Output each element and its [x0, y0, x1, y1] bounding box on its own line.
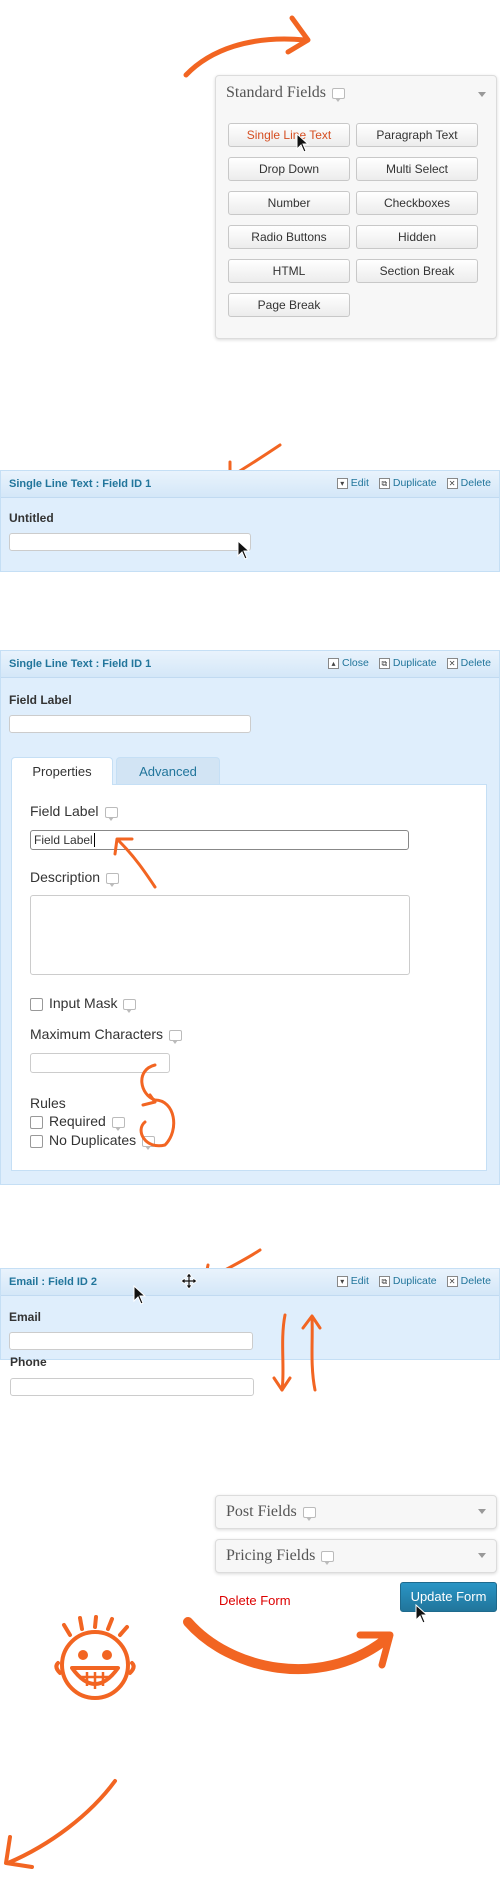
post-fields-panel[interactable]: Post Fields: [215, 1495, 497, 1529]
help-icon[interactable]: [104, 806, 118, 821]
field-title: Email : Field ID 2: [9, 1276, 98, 1288]
input-mask-checkbox[interactable]: [30, 998, 43, 1011]
tab-properties[interactable]: Properties: [11, 757, 113, 785]
mouse-pointer-icon: [133, 1285, 147, 1305]
phone-label: Phone: [10, 1355, 47, 1369]
delete-action[interactable]: ✕ Delete: [446, 1275, 491, 1287]
chevron-down-icon: ▾: [336, 1275, 348, 1287]
field-header: Single Line Text : Field ID 1 ▾ Edit ⧉ Dup…: [1, 471, 499, 498]
field-label: Field Label: [9, 693, 72, 707]
hidden-button[interactable]: Hidden: [356, 225, 478, 249]
smiley-mascot-icon: [54, 1615, 136, 1700]
standard-fields-title: Standard Fields: [226, 84, 345, 102]
email-input-preview: [9, 1332, 253, 1350]
field-label-input[interactable]: Field Label: [30, 830, 409, 850]
loop-arrow-annotation: [139, 1063, 176, 1148]
field-label: Untitled: [9, 511, 54, 525]
field-label-title: Field Label: [30, 803, 118, 821]
help-icon[interactable]: [321, 1550, 335, 1565]
single-line-text-button[interactable]: Single Line Text: [228, 123, 350, 147]
field-header: Single Line Text : Field ID 1 ▴ Close ⧉ Du…: [1, 651, 499, 678]
text-input-preview: [9, 715, 251, 733]
required-checkbox[interactable]: [30, 1116, 43, 1129]
help-icon[interactable]: [169, 1029, 183, 1044]
text-input-preview: [9, 533, 251, 551]
arrow-annotation: [183, 1617, 394, 1674]
duplicate-icon: ⧉: [378, 657, 390, 669]
help-icon[interactable]: [111, 1116, 125, 1131]
edit-action[interactable]: ▾ Edit: [336, 1275, 369, 1287]
move-cursor-icon: [180, 1272, 198, 1290]
no-duplicates-checkbox[interactable]: [30, 1135, 43, 1148]
field-header: Email : Field ID 2 ▾ Edit ⧉ Duplicate ✕ Del…: [1, 1269, 499, 1296]
properties-panel: Field Label Field Label Description Inpu…: [11, 784, 487, 1171]
duplicate-action[interactable]: ⧉ Duplicate: [378, 657, 437, 669]
post-fields-title: Post Fields: [226, 1503, 316, 1521]
chevron-down-icon[interactable]: [478, 1509, 486, 1514]
max-chars-title: Maximum Characters: [30, 1026, 183, 1044]
arrow-annotation: [183, 15, 311, 78]
number-button[interactable]: Number: [228, 191, 350, 215]
required-label: Required: [49, 1113, 125, 1131]
standard-fields-panel: Standard Fields Single Line Text Paragra…: [215, 75, 497, 339]
duplicate-action[interactable]: ⧉ Duplicate: [378, 477, 437, 489]
close-action[interactable]: ▴ Close: [328, 657, 369, 669]
html-button[interactable]: HTML: [228, 259, 350, 283]
paragraph-text-button[interactable]: Paragraph Text: [356, 123, 478, 147]
input-mask-label: Input Mask: [49, 995, 137, 1013]
field-box-2[interactable]: Email : Field ID 2 ▾ Edit ⧉ Duplicate ✕ Del…: [0, 1268, 500, 1360]
tab-advanced[interactable]: Advanced: [116, 757, 220, 785]
mouse-pointer-icon: [237, 540, 251, 560]
close-icon: ✕: [446, 1275, 458, 1287]
page-break-button[interactable]: Page Break: [228, 293, 350, 317]
duplicate-action[interactable]: ⧉ Duplicate: [378, 1275, 437, 1287]
drop-down-button[interactable]: Drop Down: [228, 157, 350, 181]
help-icon[interactable]: [302, 1506, 316, 1521]
chevron-down-icon[interactable]: [478, 1553, 486, 1558]
description-textarea[interactable]: [30, 895, 410, 975]
chevron-up-icon: ▴: [328, 657, 339, 669]
pricing-fields-panel[interactable]: Pricing Fields: [215, 1539, 497, 1573]
chevron-down-icon[interactable]: [478, 92, 486, 97]
arrow-annotation: [4, 1779, 117, 1869]
pricing-fields-title: Pricing Fields: [226, 1547, 335, 1565]
help-icon[interactable]: [123, 998, 137, 1013]
close-icon: ✕: [446, 477, 458, 489]
mouse-pointer-icon: [296, 133, 310, 153]
field-title: Single Line Text : Field ID 1: [9, 478, 152, 490]
mouse-pointer-icon: [415, 1604, 429, 1624]
duplicate-icon: ⧉: [378, 477, 390, 489]
delete-action[interactable]: ✕ Delete: [446, 657, 491, 669]
checkboxes-button[interactable]: Checkboxes: [356, 191, 478, 215]
radio-buttons-button[interactable]: Radio Buttons: [228, 225, 350, 249]
field-title: Single Line Text : Field ID 1: [9, 658, 152, 670]
phone-input-preview: [10, 1378, 254, 1396]
duplicate-icon: ⧉: [378, 1275, 390, 1287]
chevron-down-icon: ▾: [336, 477, 348, 489]
field-box-1-expanded: Single Line Text : Field ID 1 ▴ Close ⧉ Du…: [0, 650, 500, 1185]
close-icon: ✕: [446, 657, 458, 669]
delete-action[interactable]: ✕ Delete: [446, 477, 491, 489]
edit-action[interactable]: ▾ Edit: [336, 477, 369, 489]
email-label: Email: [9, 1310, 42, 1324]
help-icon[interactable]: [332, 87, 345, 102]
arrow-annotation: [113, 837, 157, 889]
multi-select-button[interactable]: Multi Select: [356, 157, 478, 181]
rules-title: Rules: [30, 1095, 66, 1111]
description-title: Description: [30, 869, 120, 887]
swap-arrows-annotation: [272, 1313, 322, 1392]
section-break-button[interactable]: Section Break: [356, 259, 478, 283]
